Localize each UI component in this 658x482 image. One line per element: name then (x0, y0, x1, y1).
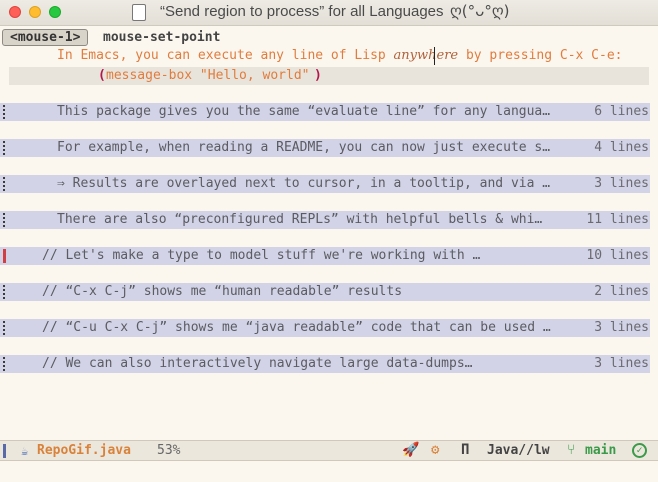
fold-marker[interactable] (3, 141, 7, 155)
folded-heading: // We can also interactively navigate la… (42, 356, 473, 371)
folded-heading: ⇒ Results are overlayed next to cursor, … (57, 176, 551, 191)
folded-heading: // Let's make a type to model stuff we'r… (42, 248, 481, 263)
zoom-window-button[interactable] (49, 6, 61, 18)
folded-section[interactable]: // “C-u C-x C-j” shows me “java readable… (0, 319, 650, 337)
echo-area: <mouse-1> mouse-set-point (0, 27, 658, 48)
folded-section[interactable]: For example, when reading a README, you … (0, 139, 650, 157)
git-branch[interactable]: main (585, 443, 616, 458)
folded-section[interactable]: // Let's make a type to model stuff we'r… (0, 247, 650, 265)
title-bar: “Send region to process” for all Languag… (0, 0, 658, 26)
folded-section[interactable]: There are also “preconfigured REPLs” wit… (0, 211, 650, 229)
fold-marker[interactable] (3, 213, 7, 227)
code-open-paren: ( (98, 68, 106, 83)
fold-marker[interactable] (3, 285, 7, 299)
pi-icon: Π (461, 442, 470, 458)
mode-line: ☕ RepoGif.java 53% 🚀 ⚙ Π Java//lw ⑂ main… (0, 440, 658, 461)
intro-emphasis: anywhere (393, 48, 459, 63)
folded-heading: For example, when reading a README, you … (57, 140, 551, 155)
folded-section[interactable]: This package gives you the same “evaluat… (0, 103, 650, 121)
code-line[interactable]: ( message-box "Hello, world" ) (9, 67, 649, 85)
fold-marker-active[interactable] (3, 249, 6, 263)
folded-section[interactable]: // “C-x C-j” shows me “human readable” r… (0, 283, 650, 301)
folded-line-count: 2 lines (594, 284, 649, 299)
folded-line-count: 6 lines (594, 104, 649, 119)
folded-section[interactable]: // We can also interactively navigate la… (0, 355, 650, 373)
major-mode[interactable]: Java//lw (487, 443, 550, 458)
buffer-name[interactable]: RepoGif.java (37, 443, 131, 458)
folded-heading: // “C-u C-x C-j” shows me “java readable… (42, 320, 551, 335)
fold-marker[interactable] (3, 357, 7, 371)
check-circle-icon: ✓ (632, 443, 647, 458)
text-cursor (434, 47, 435, 65)
folded-line-count: 11 lines (586, 212, 649, 227)
command-name: mouse-set-point (103, 30, 221, 45)
fold-marker[interactable] (3, 177, 7, 191)
folded-heading: There are also “preconfigured REPLs” wit… (57, 212, 543, 227)
folded-heading: This package gives you the same “evaluat… (57, 104, 551, 119)
gear-icon[interactable]: ⚙ (431, 442, 439, 458)
folded-line-count: 3 lines (594, 320, 649, 335)
java-file-icon: ☕ (21, 444, 29, 458)
intro-text-after: by pressing C-x C-e: (458, 48, 623, 63)
code-close-paren: ) (314, 68, 322, 83)
close-window-button[interactable] (9, 6, 21, 18)
minimize-window-button[interactable] (29, 6, 41, 18)
window-title-emoticon: ღ(°ᴗ°ღ) (450, 2, 510, 20)
folded-line-count: 10 lines (586, 248, 649, 263)
rocket-icon[interactable]: 🚀 (402, 442, 419, 458)
folded-heading: // “C-x C-j” shows me “human readable” r… (42, 284, 403, 299)
folded-line-count: 4 lines (594, 140, 649, 155)
document-icon (132, 4, 146, 21)
intro-line[interactable]: In Emacs, you can execute any line of Li… (57, 47, 623, 65)
intro-text-before: In Emacs, you can execute any line of Li… (57, 48, 394, 63)
folded-line-count: 3 lines (594, 176, 649, 191)
folded-line-count: 3 lines (594, 356, 649, 371)
minibuffer[interactable] (0, 462, 658, 482)
folded-section[interactable]: ⇒ Results are overlayed next to cursor, … (0, 175, 650, 193)
fold-marker[interactable] (3, 321, 7, 335)
window-title: “Send region to process” for all Languag… (160, 3, 444, 20)
fold-marker[interactable] (3, 105, 7, 119)
buffer-position: 53% (157, 443, 181, 458)
mode-line-indicator (3, 444, 6, 458)
key-binding-badge: <mouse-1> (2, 29, 89, 46)
git-branch-icon: ⑂ (567, 442, 576, 458)
code-snippet: message-box "Hello, world" (106, 68, 310, 83)
